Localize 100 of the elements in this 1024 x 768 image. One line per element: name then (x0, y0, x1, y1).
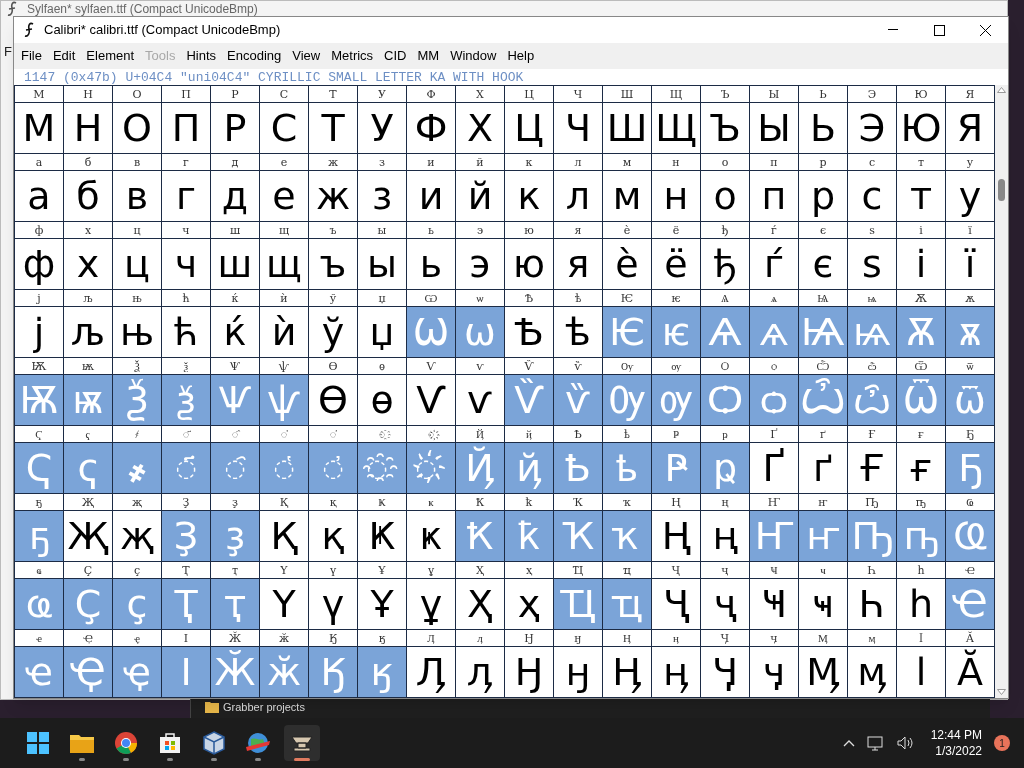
glyph-cell[interactable]: ї (946, 239, 995, 290)
glyph-cell[interactable]: Щ (652, 103, 701, 154)
glyph-cell[interactable]: і (897, 239, 946, 290)
glyph-cell[interactable]: О (113, 103, 162, 154)
glyph-cell[interactable]: ѝ (260, 307, 309, 358)
glyph-cell[interactable]: ћ (162, 307, 211, 358)
cube-icon[interactable] (202, 731, 226, 755)
glyph-cell[interactable]: Қ (260, 511, 309, 562)
scroll-up-icon[interactable] (997, 87, 1006, 93)
glyph-cell[interactable]: р (799, 171, 848, 222)
glyph-cell[interactable]: н (652, 171, 701, 222)
menu-item[interactable]: File (21, 46, 42, 66)
clock-date[interactable]: 1/3/2022 (935, 743, 982, 759)
glyph-cell[interactable]: њ (113, 307, 162, 358)
menu-item[interactable]: View (292, 46, 321, 66)
glyph-cell[interactable]: я (554, 239, 603, 290)
glyph-cell[interactable]: ѳ (358, 375, 407, 426)
store-bag-icon[interactable] (158, 731, 182, 755)
glyph-cell[interactable]: Ӌ (701, 647, 750, 698)
glyph-cell[interactable]: ц (113, 239, 162, 290)
menu-item[interactable]: CID (384, 46, 407, 66)
glyph-cell[interactable]: ӈ (554, 647, 603, 698)
glyph-cell[interactable]: ҹ (799, 579, 848, 630)
glyph-cell[interactable]: ђ (701, 239, 750, 290)
glyph-cell[interactable]: д (211, 171, 260, 222)
glyph-cell[interactable]: и (407, 171, 456, 222)
globe-icon[interactable] (245, 731, 271, 755)
glyph-cell[interactable]: У (358, 103, 407, 154)
glyph-cell[interactable]: С (260, 103, 309, 154)
glyph-cell[interactable]: ӏ (897, 647, 946, 698)
glyph-cell[interactable]: й (456, 171, 505, 222)
glyph-cell[interactable]: џ (358, 307, 407, 358)
glyph-cell[interactable]: ь (407, 239, 456, 290)
glyph-cell[interactable]: җ (113, 511, 162, 562)
glyph-cell[interactable]: ӎ (848, 647, 897, 698)
menu-item[interactable]: Element (86, 46, 135, 66)
glyph-cell[interactable]: ќ (211, 307, 260, 358)
glyph-cell[interactable]: Ъ (701, 103, 750, 154)
glyph-cell[interactable]: у (946, 171, 995, 222)
glyph-cell[interactable]: Ь (799, 103, 848, 154)
glyph-cell[interactable]: ү (309, 579, 358, 630)
glyph-cell[interactable]: х (64, 239, 113, 290)
menu-item[interactable]: MM (417, 46, 440, 66)
glyph-cell[interactable]: Ѳ (309, 375, 358, 426)
glyph-cell[interactable]: Ң (652, 511, 701, 562)
glyph-cell[interactable]: Ҹ (750, 579, 799, 630)
glyph-cell[interactable]: е (260, 171, 309, 222)
glyph-cell[interactable]: л (554, 171, 603, 222)
glyph-cell[interactable]: ъ (309, 239, 358, 290)
glyph-cell[interactable]: ѕ (848, 239, 897, 290)
glyph-cell[interactable]: ѵ (456, 375, 505, 426)
glyph-cell[interactable]: Р (211, 103, 260, 154)
glyph-cell[interactable]: Ұ (358, 579, 407, 630)
menu-item[interactable]: Window (450, 46, 497, 66)
glyph-cell[interactable]: Ӑ (946, 647, 995, 698)
glyph-cell[interactable]: п (750, 171, 799, 222)
glyph-cell[interactable]: Ш (603, 103, 652, 154)
glyph-cell[interactable]: Ӊ (603, 647, 652, 698)
glyph-cell[interactable]: т (897, 171, 946, 222)
glyph-cell[interactable]: м (603, 171, 652, 222)
glyph-cell[interactable]: Һ (848, 579, 897, 630)
glyph-cell[interactable]: ң (701, 511, 750, 562)
menu-item[interactable]: Edit (52, 46, 76, 66)
glyph-cell[interactable]: П (162, 103, 211, 154)
glyph-cell[interactable]: с (848, 171, 897, 222)
menu-item[interactable]: Help (507, 46, 535, 66)
glyph-cell[interactable]: з (358, 171, 407, 222)
glyph-cell[interactable]: а (15, 171, 64, 222)
menu-item[interactable]: Hints (186, 46, 217, 66)
glyph-cell[interactable]: Ѵ (407, 375, 456, 426)
glyph-cell[interactable]: б (64, 171, 113, 222)
glyph-cell[interactable]: Ф (407, 103, 456, 154)
glyph-cell[interactable]: ӆ (456, 647, 505, 698)
folder-name[interactable]: Grabber projects (223, 698, 305, 716)
glyph-cell[interactable]: Ч (554, 103, 603, 154)
glyph-cell[interactable]: ў (309, 307, 358, 358)
glyph-cell[interactable]: Ҝ (358, 511, 407, 562)
menu-item[interactable]: F (4, 42, 12, 62)
glyph-cell[interactable]: қ (309, 511, 358, 562)
glyph-cell[interactable]: ѐ (603, 239, 652, 290)
glyph-cell[interactable]: Ҷ (652, 579, 701, 630)
taskbar-button[interactable] (284, 725, 320, 761)
glyph-cell[interactable]: Ґ (750, 443, 799, 494)
glyph-cell[interactable]: ј (15, 307, 64, 358)
chevron-up-icon[interactable] (842, 739, 855, 747)
glyph-cell[interactable]: Ц (505, 103, 554, 154)
glyph-cell[interactable]: Т (309, 103, 358, 154)
glyph-cell[interactable]: ы (358, 239, 407, 290)
menu-item[interactable]: Metrics (331, 46, 374, 66)
scroll-thumb[interactable] (998, 179, 1005, 201)
glyph-cell[interactable]: ҷ (701, 579, 750, 630)
notification-badge[interactable]: 1 (994, 735, 1010, 751)
chrome-icon[interactable] (114, 731, 138, 755)
glyph-cell[interactable]: Ҳ (456, 579, 505, 630)
glyph-cell[interactable]: ұ (407, 579, 456, 630)
glyph-cell[interactable]: Ғ (848, 443, 897, 494)
glyph-cell[interactable]: ж (309, 171, 358, 222)
glyph-cell[interactable]: Х (456, 103, 505, 154)
glyph-cell[interactable]: к (505, 171, 554, 222)
glyph-cell[interactable]: ѓ (750, 239, 799, 290)
